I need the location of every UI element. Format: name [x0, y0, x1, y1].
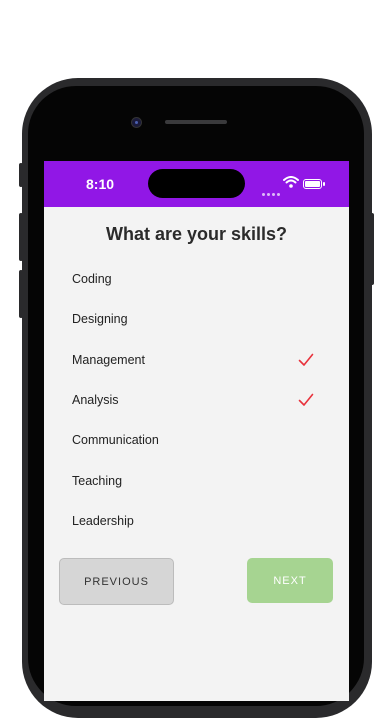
skill-item-coding[interactable]: Coding — [44, 259, 349, 299]
status-time: 8:10 — [86, 176, 115, 192]
earpiece-speaker — [165, 120, 227, 124]
front-camera-icon — [131, 117, 142, 128]
silent-switch — [19, 163, 23, 187]
checkmark-icon — [298, 393, 314, 406]
skill-label: Communication — [72, 433, 159, 448]
skill-item-leadership[interactable]: Leadership — [44, 501, 349, 541]
skill-label: Analysis — [72, 393, 119, 408]
skill-item-communication[interactable]: Communication — [44, 420, 349, 460]
skill-label: Management — [72, 352, 145, 367]
volume-up-button — [19, 213, 23, 261]
signal-dots-icon — [262, 183, 282, 201]
next-button[interactable]: NEXT — [247, 558, 333, 603]
checkmark-icon — [298, 353, 314, 366]
power-button — [370, 213, 374, 285]
dynamic-island — [148, 169, 245, 198]
skill-item-management[interactable]: Management — [44, 340, 349, 380]
wifi-icon — [283, 176, 299, 188]
skill-item-analysis[interactable]: Analysis — [44, 380, 349, 420]
skill-list: Coding Designing Management Analysis Com… — [44, 259, 349, 541]
app-screen: 8:10 What are your skills? Coding Design… — [44, 161, 349, 701]
skill-item-designing[interactable]: Designing — [44, 299, 349, 339]
status-bar: 8:10 — [44, 161, 349, 207]
skill-label: Teaching — [72, 473, 123, 488]
skill-label: Coding — [72, 272, 112, 287]
skill-label: Designing — [72, 312, 128, 327]
battery-icon — [303, 179, 325, 189]
skill-item-teaching[interactable]: Teaching — [44, 460, 349, 500]
previous-button[interactable]: PREVIOUS — [59, 558, 174, 605]
skill-label: Leadership — [72, 513, 134, 528]
page-title: What are your skills? — [105, 224, 288, 244]
volume-down-button — [19, 270, 23, 318]
